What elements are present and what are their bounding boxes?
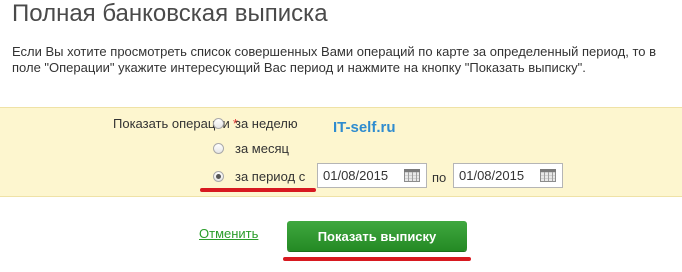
radio-option-period[interactable]: за период с xyxy=(213,166,305,186)
calendar-icon[interactable] xyxy=(540,169,556,182)
radio-week[interactable] xyxy=(213,117,224,129)
highlight-underline xyxy=(200,188,316,192)
date-to-field[interactable] xyxy=(453,163,563,188)
radio-month[interactable] xyxy=(213,142,224,154)
radio-option-week[interactable]: за неделю xyxy=(213,113,298,133)
calendar-icon[interactable] xyxy=(404,169,420,182)
watermark-text: IT-self.ru xyxy=(333,119,396,136)
show-statement-button[interactable]: Показать выписку xyxy=(287,221,467,251)
date-to-input[interactable] xyxy=(454,164,541,187)
highlight-underline xyxy=(283,257,471,261)
date-from-input[interactable] xyxy=(318,164,405,187)
radio-option-month[interactable]: за месяц xyxy=(213,138,289,158)
date-separator: по xyxy=(432,170,447,185)
radio-month-label[interactable]: за месяц xyxy=(235,141,289,156)
radio-period[interactable] xyxy=(213,170,224,182)
page-title: Полная банковская выписка xyxy=(12,0,328,27)
radio-period-label[interactable]: за период с xyxy=(235,169,305,184)
cancel-link[interactable]: Отменить xyxy=(199,226,258,241)
radio-week-label[interactable]: за неделю xyxy=(235,116,298,131)
date-from-field[interactable] xyxy=(317,163,427,188)
page-description: Если Вы хотите просмотреть список соверш… xyxy=(12,44,657,75)
